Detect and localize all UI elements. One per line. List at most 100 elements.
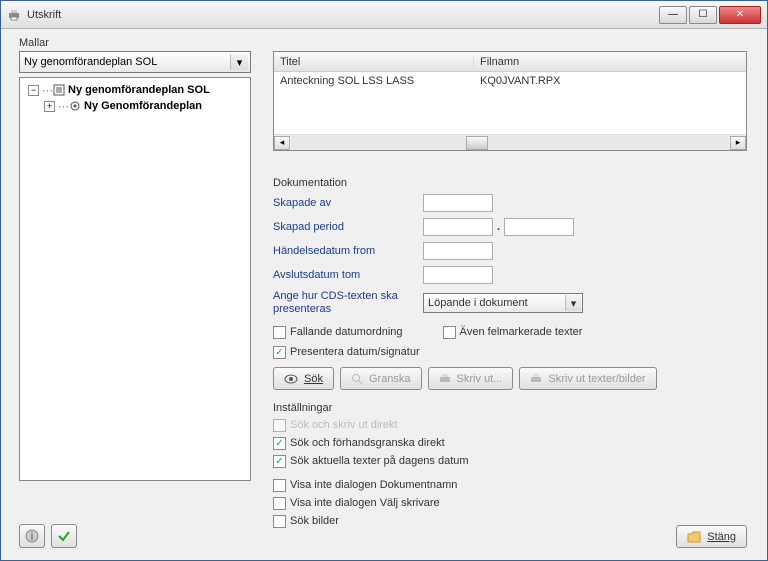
- grid-header-filename[interactable]: Filnamn: [474, 56, 746, 68]
- eye-icon: [284, 374, 298, 384]
- scroll-right-button[interactable]: ▸: [730, 136, 746, 150]
- search-button-label: Sök: [304, 373, 323, 385]
- close-window-button[interactable]: ✕: [719, 6, 761, 24]
- end-date-label: Avslutsdatum tom: [273, 269, 423, 281]
- falling-date-label: Fallande datumordning: [290, 326, 403, 338]
- print-texts-images-button[interactable]: Skriv ut texter/bilder: [519, 367, 656, 390]
- period-separator: .: [497, 221, 500, 233]
- hide-docname-dialog-checkbox[interactable]: Visa inte dialogen Dokumentnamn: [273, 476, 747, 494]
- checkbox-checked-icon: [273, 455, 286, 468]
- checkbox-icon: [273, 479, 286, 492]
- tree-node-label: Ny Genomförandeplan: [84, 100, 202, 112]
- cds-presentation-label: Ange hur CDS-texten ska presenteras: [273, 290, 423, 316]
- created-period-label: Skapad period: [273, 221, 423, 233]
- search-print-direct-label: Sök och skriv ut direkt: [290, 419, 398, 431]
- file-grid[interactable]: Titel Filnamn Anteckning SOL LSS LASS KQ…: [273, 51, 747, 151]
- confirm-button[interactable]: [51, 524, 77, 548]
- tree-node-label: Ny genomförandeplan SOL: [68, 84, 210, 96]
- search-current-texts-checkbox[interactable]: Sök aktuella texter på dagens datum: [273, 452, 747, 470]
- printer-icon: [530, 373, 542, 385]
- search-button[interactable]: Sök: [273, 367, 334, 390]
- checkbox-icon: [443, 326, 456, 339]
- tree-expand-icon[interactable]: +: [44, 101, 55, 112]
- present-date-checkbox[interactable]: Presentera datum/signatur: [273, 343, 747, 361]
- tree-leaf-icon: [68, 100, 82, 112]
- end-date-input[interactable]: [423, 266, 493, 284]
- scroll-thumb[interactable]: [466, 136, 488, 150]
- grid-cell-title: Anteckning SOL LSS LASS: [274, 75, 474, 87]
- print-button[interactable]: Skriv ut...: [428, 367, 514, 390]
- info-button[interactable]: i: [19, 524, 45, 548]
- svg-text:i: i: [31, 531, 33, 543]
- error-marked-label: Även felmarkerade texter: [460, 326, 583, 338]
- grid-header-title[interactable]: Titel: [274, 56, 474, 68]
- hide-printer-dialog-checkbox[interactable]: Visa inte dialogen Välj skrivare: [273, 494, 747, 512]
- hide-docname-dialog-label: Visa inte dialogen Dokumentnamn: [290, 479, 457, 491]
- created-by-label: Skapade av: [273, 197, 423, 209]
- tree-connector-icon: ⋯: [42, 84, 52, 97]
- error-marked-checkbox[interactable]: Även felmarkerade texter: [443, 323, 583, 341]
- grid-cell-filename: KQ0JVANT.RPX: [474, 75, 746, 87]
- templates-label: Mallar: [19, 37, 259, 49]
- print-dialog-window: Utskrift — ☐ ✕ Mallar Ny genomförandepla…: [0, 0, 768, 561]
- chevron-down-icon: ▾: [565, 295, 581, 311]
- tree-collapse-icon[interactable]: −: [28, 85, 39, 96]
- bottom-right-buttons: Stäng: [676, 525, 747, 548]
- print-button-label: Skriv ut...: [457, 373, 503, 385]
- horizontal-scrollbar[interactable]: ◂ ▸: [274, 134, 746, 150]
- review-button-label: Granska: [369, 373, 411, 385]
- hide-printer-dialog-label: Visa inte dialogen Välj skrivare: [290, 497, 440, 509]
- left-column: Mallar Ny genomförandeplan SOL ▾ − ⋯ Ny …: [19, 37, 259, 481]
- printer-icon: [439, 373, 451, 385]
- template-combo-value: Ny genomförandeplan SOL: [24, 56, 157, 68]
- print-texts-images-label: Skriv ut texter/bilder: [548, 373, 645, 385]
- titlebar[interactable]: Utskrift — ☐ ✕: [1, 1, 767, 29]
- search-print-direct-checkbox[interactable]: Sök och skriv ut direkt: [273, 416, 747, 434]
- checkbox-checked-icon: [273, 437, 286, 450]
- checkbox-icon: [273, 515, 286, 528]
- search-preview-direct-checkbox[interactable]: Sök och förhandsgranska direkt: [273, 434, 747, 452]
- tree-row[interactable]: + ⋯ Ny Genomförandeplan: [22, 98, 248, 114]
- minimize-button[interactable]: —: [659, 6, 687, 24]
- close-button-label: Stäng: [707, 531, 736, 543]
- info-icon: i: [25, 529, 39, 543]
- folder-icon: [687, 531, 701, 543]
- grid-header: Titel Filnamn: [274, 52, 746, 72]
- event-date-from-label: Händelsedatum from: [273, 245, 423, 257]
- event-date-from-input[interactable]: [423, 242, 493, 260]
- created-by-input[interactable]: [423, 194, 493, 212]
- window-title: Utskrift: [27, 9, 659, 21]
- created-period-to-input[interactable]: [504, 218, 574, 236]
- checkbox-icon: [273, 497, 286, 510]
- magnifier-icon: [351, 373, 363, 385]
- search-preview-direct-label: Sök och förhandsgranska direkt: [290, 437, 445, 449]
- documentation-title: Dokumentation: [273, 177, 747, 189]
- cds-presentation-select[interactable]: Löpande i dokument ▾: [423, 293, 583, 313]
- falling-date-checkbox[interactable]: Fallande datumordning: [273, 323, 403, 341]
- maximize-button[interactable]: ☐: [689, 6, 717, 24]
- template-combo[interactable]: Ny genomförandeplan SOL ▾: [19, 51, 251, 73]
- search-images-label: Sök bilder: [290, 515, 339, 527]
- printer-icon: [7, 8, 21, 22]
- scroll-track[interactable]: [291, 136, 729, 150]
- template-tree[interactable]: − ⋯ Ny genomförandeplan SOL + ⋯ Ny Genom…: [19, 77, 251, 481]
- chevron-down-icon: ▾: [230, 54, 248, 70]
- scroll-left-button[interactable]: ◂: [274, 136, 290, 150]
- bottom-left-buttons: i: [19, 524, 77, 548]
- settings-section: Inställningar Sök och skriv ut direkt Sö…: [273, 402, 747, 530]
- review-button[interactable]: Granska: [340, 367, 422, 390]
- tree-node-icon: [52, 84, 66, 96]
- search-current-texts-label: Sök aktuella texter på dagens datum: [290, 455, 469, 467]
- right-column: Titel Filnamn Anteckning SOL LSS LASS KQ…: [273, 51, 747, 548]
- checkbox-icon: [273, 326, 286, 339]
- checkbox-icon: [273, 419, 286, 432]
- content-area: Mallar Ny genomförandeplan SOL ▾ − ⋯ Ny …: [1, 29, 767, 560]
- tree-row[interactable]: − ⋯ Ny genomförandeplan SOL: [22, 82, 248, 98]
- tree-connector-icon: ⋯: [58, 100, 68, 113]
- checkbox-checked-icon: [273, 346, 286, 359]
- grid-row[interactable]: Anteckning SOL LSS LASS KQ0JVANT.RPX: [274, 72, 746, 90]
- present-date-label: Presentera datum/signatur: [290, 346, 420, 358]
- close-button[interactable]: Stäng: [676, 525, 747, 548]
- settings-title: Inställningar: [273, 402, 747, 414]
- created-period-from-input[interactable]: [423, 218, 493, 236]
